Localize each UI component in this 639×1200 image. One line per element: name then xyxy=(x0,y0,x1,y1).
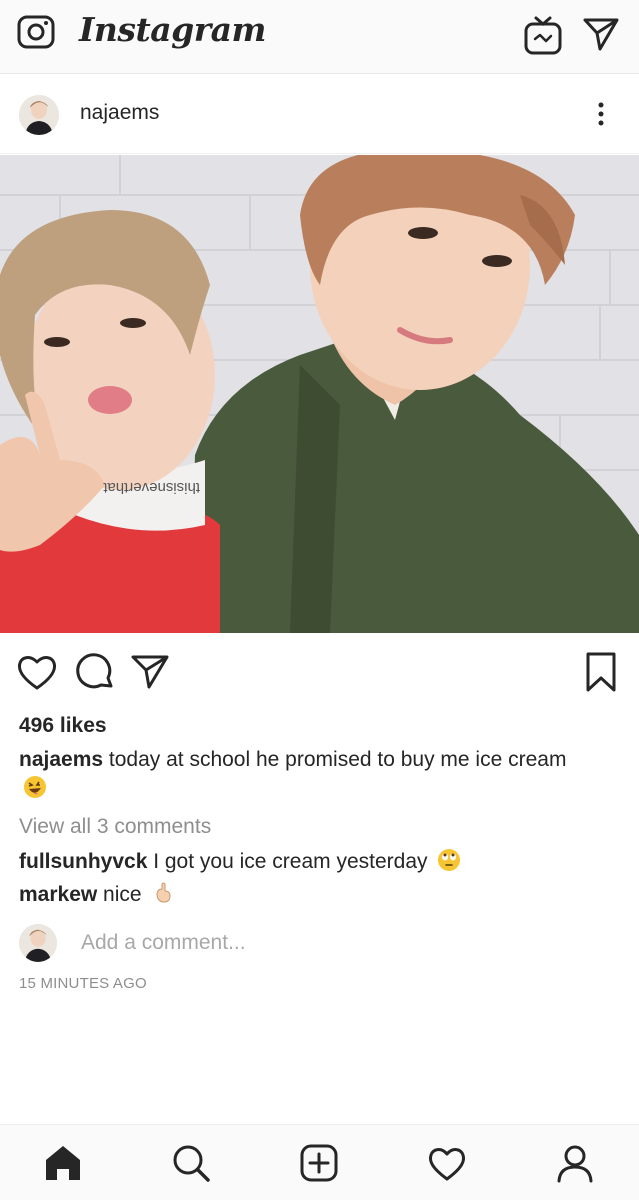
comment-username[interactable]: fullsunhyvck xyxy=(19,850,147,873)
search-icon[interactable] xyxy=(170,1142,212,1184)
comment-row: markew nice xyxy=(19,881,175,907)
post-username[interactable]: najaems xyxy=(80,101,159,125)
igtv-icon[interactable] xyxy=(524,14,562,56)
home-icon[interactable] xyxy=(42,1142,84,1184)
caption-text: today at school he promised to buy me ic… xyxy=(103,748,567,771)
avatar xyxy=(19,924,57,962)
top-bar: Instagram xyxy=(0,0,639,74)
more-options-icon[interactable] xyxy=(590,100,612,128)
grinning-squinting-emoji xyxy=(24,776,46,798)
comment-text: I got you ice cream yesterday xyxy=(147,850,428,873)
eye-roll-emoji xyxy=(438,849,461,871)
comment-text: nice xyxy=(97,883,142,906)
post-header: najaems xyxy=(0,74,639,154)
bookmark-icon[interactable] xyxy=(579,650,623,694)
bottom-nav xyxy=(0,1124,639,1200)
view-all-comments-link[interactable]: View all 3 comments xyxy=(19,815,211,839)
backhand-index-emoji xyxy=(156,882,171,903)
add-comment-input[interactable]: Add a comment... xyxy=(81,931,246,955)
post-actions xyxy=(0,640,639,700)
add-post-icon[interactable] xyxy=(298,1142,340,1184)
comment-username[interactable]: markew xyxy=(19,883,97,906)
likes-count[interactable]: 496 likes xyxy=(19,714,107,738)
instagram-logo: Instagram xyxy=(79,10,266,49)
post-timestamp: 15 MINUTES AGO xyxy=(19,975,147,992)
camera-icon[interactable] xyxy=(17,13,55,51)
avatar[interactable] xyxy=(19,95,59,135)
direct-message-icon[interactable] xyxy=(582,16,620,52)
comment-row: fullsunhyvck I got you ice cream yesterd… xyxy=(19,848,461,874)
caption-username[interactable]: najaems xyxy=(19,748,103,771)
profile-icon[interactable] xyxy=(554,1142,596,1184)
caption: najaems today at school he promised to b… xyxy=(19,745,599,803)
share-icon[interactable] xyxy=(128,650,172,694)
comment-icon[interactable] xyxy=(73,650,117,694)
collar-print: thisisneverthat xyxy=(102,479,200,496)
post-photo[interactable]: thisisneverthat xyxy=(0,155,639,633)
like-heart-icon[interactable] xyxy=(15,650,59,694)
activity-heart-icon[interactable] xyxy=(426,1142,468,1184)
